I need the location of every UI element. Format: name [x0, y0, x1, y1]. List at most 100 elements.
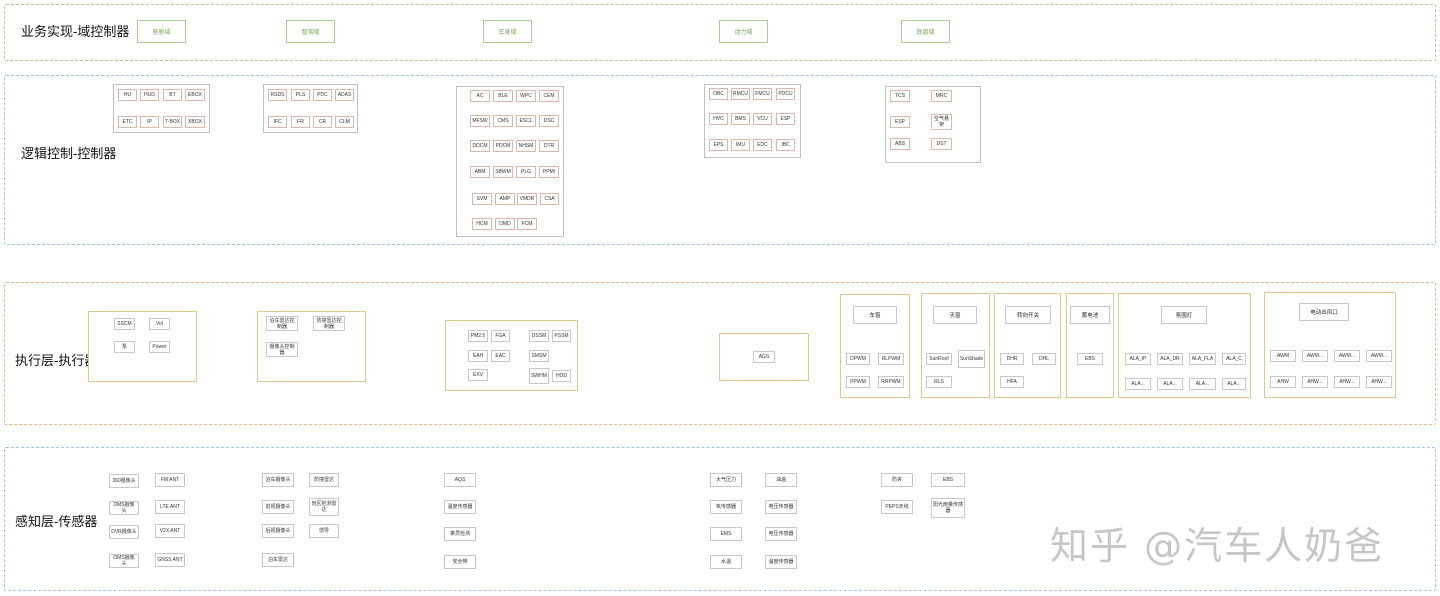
actuator-box[interactable]: PM2.5	[468, 330, 488, 342]
sensor-box[interactable]: EBS	[931, 473, 965, 487]
actuator-box[interactable]: ALA_DR	[1157, 353, 1183, 365]
sensor-box[interactable]: 氧传感器	[710, 500, 742, 514]
sensor-box[interactable]: 电压传感器	[765, 527, 797, 541]
actuator-box[interactable]: ALA_FLA	[1189, 353, 1216, 365]
actuator-box[interactable]: RLPWM	[878, 353, 904, 365]
actuator-box[interactable]: AWM...	[1302, 350, 1328, 362]
domain-powertrain[interactable]: 动力域	[719, 20, 768, 43]
sensor-box[interactable]: V2X ANT	[155, 524, 185, 538]
actuator-box[interactable]: DPWM	[846, 353, 870, 365]
actuator-box[interactable]: ALA...	[1189, 378, 1216, 390]
actuator-box[interactable]: 泊车雷达控制器	[266, 316, 298, 331]
ecu-box[interactable]: OBC	[709, 88, 728, 100]
actuator-box[interactable]: ALA_C	[1222, 353, 1246, 365]
domain-chassis[interactable]: 底盘域	[901, 20, 950, 43]
ecu-box[interactable]: FMCU	[753, 88, 772, 100]
sensor-box[interactable]: 大气压力	[710, 473, 742, 487]
actuator-box[interactable]: AHW...	[1366, 376, 1392, 388]
ecu-box[interactable]: PPMI	[539, 166, 559, 178]
sensor-box[interactable]: OMS摄像头	[109, 554, 139, 568]
ecu-box[interactable]: BMS	[731, 113, 750, 125]
ecu-box[interactable]: CR	[313, 116, 332, 128]
ecu-box[interactable]: MRC	[931, 90, 952, 102]
ecu-box[interactable]: PLG	[516, 166, 536, 178]
ecu-box[interactable]: EBOX	[185, 89, 205, 101]
sensor-box[interactable]: 防撞雷达	[309, 473, 339, 487]
sensor-box[interactable]: LTE ANT	[155, 500, 185, 514]
actuator-box[interactable]: EBS	[1077, 353, 1103, 365]
ecu-box[interactable]: EDC	[753, 139, 772, 151]
ecu-box[interactable]: PDCU	[776, 88, 795, 100]
ecu-box[interactable]: IFC	[268, 116, 287, 128]
actuator-box[interactable]: Power	[149, 341, 170, 353]
ecu-box[interactable]: MFSW	[470, 115, 490, 127]
ecu-box[interactable]: NHSM	[516, 140, 536, 152]
actuator-box[interactable]: SMSM	[529, 350, 549, 362]
ecu-box[interactable]: IP	[140, 116, 159, 128]
sensor-box[interactable]: AQS	[444, 473, 476, 487]
actuator-box[interactable]: DHL	[1032, 353, 1056, 365]
actuator-box[interactable]: ALA...	[1157, 378, 1183, 390]
ecu-box[interactable]: SVM	[472, 193, 492, 205]
ecu-box[interactable]: HCM	[472, 218, 492, 230]
sensor-box[interactable]: 温度传感器	[444, 500, 476, 514]
ecu-box[interactable]: WPC	[516, 90, 536, 102]
actuator-box[interactable]: SSCM	[114, 318, 135, 330]
actuator-box[interactable]: AWM...	[1366, 350, 1392, 362]
ecu-box[interactable]: HVC	[709, 113, 728, 125]
actuator-box[interactable]: SWHM	[529, 368, 549, 384]
ecu-box[interactable]: DTR	[539, 140, 559, 152]
actuator-box[interactable]: FGA	[491, 330, 510, 342]
actuator-box[interactable]: AHW	[1270, 376, 1296, 388]
sensor-box[interactable]: 泊车摄像头	[262, 473, 294, 487]
actuator-box[interactable]: AWM	[1270, 350, 1296, 362]
actuator-box[interactable]: RRPWM	[878, 376, 904, 388]
ecu-box[interactable]: ABS	[890, 138, 910, 150]
ecu-box[interactable]: 空气悬架	[931, 114, 952, 130]
ecu-box[interactable]: CSA	[540, 193, 559, 205]
ecu-box[interactable]: AC	[470, 90, 490, 102]
ecu-box[interactable]: IMU	[731, 139, 750, 151]
sensor-box[interactable]: 电压传感器	[765, 500, 797, 514]
sensor-box[interactable]: DMS摄像头	[109, 501, 139, 515]
sensor-box[interactable]: DVR摄像头	[109, 525, 139, 539]
actuator-box[interactable]: 防撞雷达控制器	[313, 316, 345, 331]
ecu-box[interactable]: DSC	[539, 115, 559, 127]
ecu-box[interactable]: ESP	[890, 116, 910, 128]
ecu-box[interactable]: HUD	[140, 89, 159, 101]
ecu-box[interactable]: DST	[931, 138, 952, 150]
actuator-box[interactable]: RLS	[926, 376, 952, 388]
actuator-box[interactable]: Vol	[149, 318, 170, 330]
sensor-box[interactable]: EMS	[710, 527, 742, 541]
ecu-box[interactable]: HU	[118, 89, 137, 101]
ecu-box[interactable]: DDCM	[470, 140, 490, 152]
actuator-box[interactable]: SunShade	[958, 350, 985, 368]
sensor-box[interactable]: 前视摄像头	[262, 500, 294, 514]
ecu-box[interactable]: RSDS	[268, 89, 287, 101]
ecu-box[interactable]: RMCU	[731, 88, 750, 100]
domain-cockpit[interactable]: 座舱域	[137, 20, 186, 43]
sensor-box[interactable]: 360摄像头	[109, 474, 139, 488]
ecu-box[interactable]: ADAS	[335, 89, 354, 101]
sensor-box[interactable]: FM ANT	[155, 473, 185, 487]
actuator-box[interactable]: HOD	[552, 370, 571, 382]
ecu-box[interactable]: VMDR	[517, 193, 537, 205]
actuator-box[interactable]: ALA...	[1222, 378, 1246, 390]
sensor-box[interactable]: PEPS天线	[881, 500, 913, 514]
ecu-box[interactable]: VCU	[753, 113, 772, 125]
actuator-box[interactable]: DSSM	[529, 330, 549, 342]
sensor-box[interactable]: 后视摄像头	[262, 524, 294, 538]
ecu-box[interactable]: PDC	[313, 89, 332, 101]
ecu-box[interactable]: SBWM	[493, 166, 513, 178]
domain-adas[interactable]: 智驾域	[286, 20, 335, 43]
actuator-box[interactable]: SunRoof	[926, 353, 952, 365]
ecu-box[interactable]: CMS	[493, 115, 513, 127]
actuator-box[interactable]: AHW...	[1302, 376, 1328, 388]
actuator-box[interactable]: HFA	[1000, 376, 1024, 388]
actuator-box[interactable]: EAC	[491, 350, 510, 362]
actuator-box[interactable]: 泵	[114, 341, 135, 353]
ecu-box[interactable]: BLE	[493, 90, 513, 102]
domain-body[interactable]: 车身域	[483, 20, 532, 43]
ecu-box[interactable]: AMP	[495, 193, 515, 205]
actuator-box[interactable]: ALA...	[1125, 378, 1151, 390]
